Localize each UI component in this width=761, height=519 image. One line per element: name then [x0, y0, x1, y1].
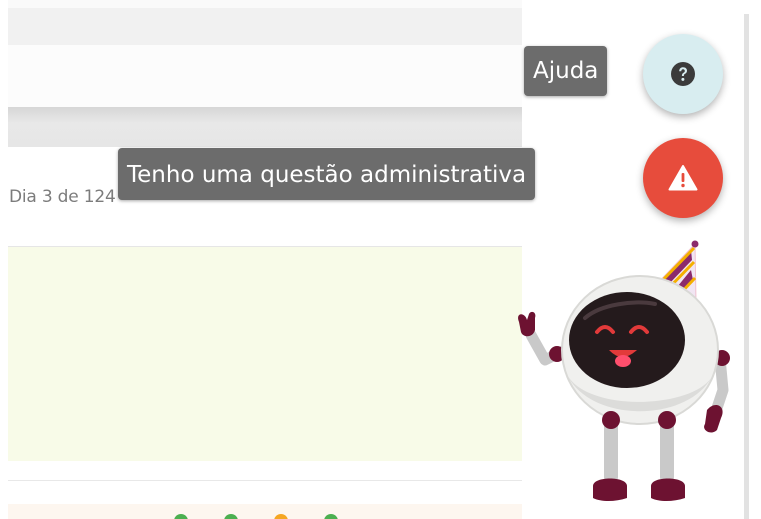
help-tooltip: Ajuda [524, 46, 608, 96]
party-robot-mascot [518, 240, 730, 501]
help-button[interactable] [643, 34, 723, 114]
header-bar [8, 8, 522, 45]
top-strip [8, 0, 522, 8]
header-content [8, 45, 522, 107]
header-shadow [8, 107, 522, 147]
lesson-content-panel [8, 247, 522, 461]
day-counter: Dia 3 de 124 [9, 187, 116, 207]
divider [8, 480, 522, 481]
warning-icon [668, 165, 698, 191]
admin-question-button[interactable] [643, 138, 723, 218]
scrollbar[interactable] [744, 14, 749, 519]
question-icon [671, 62, 695, 86]
admin-tooltip: Tenho uma questão administrativa [118, 148, 536, 200]
page: Dia 3 de 124 Ajuda Tenho uma questão adm… [0, 0, 761, 519]
progress-panel [8, 504, 522, 519]
